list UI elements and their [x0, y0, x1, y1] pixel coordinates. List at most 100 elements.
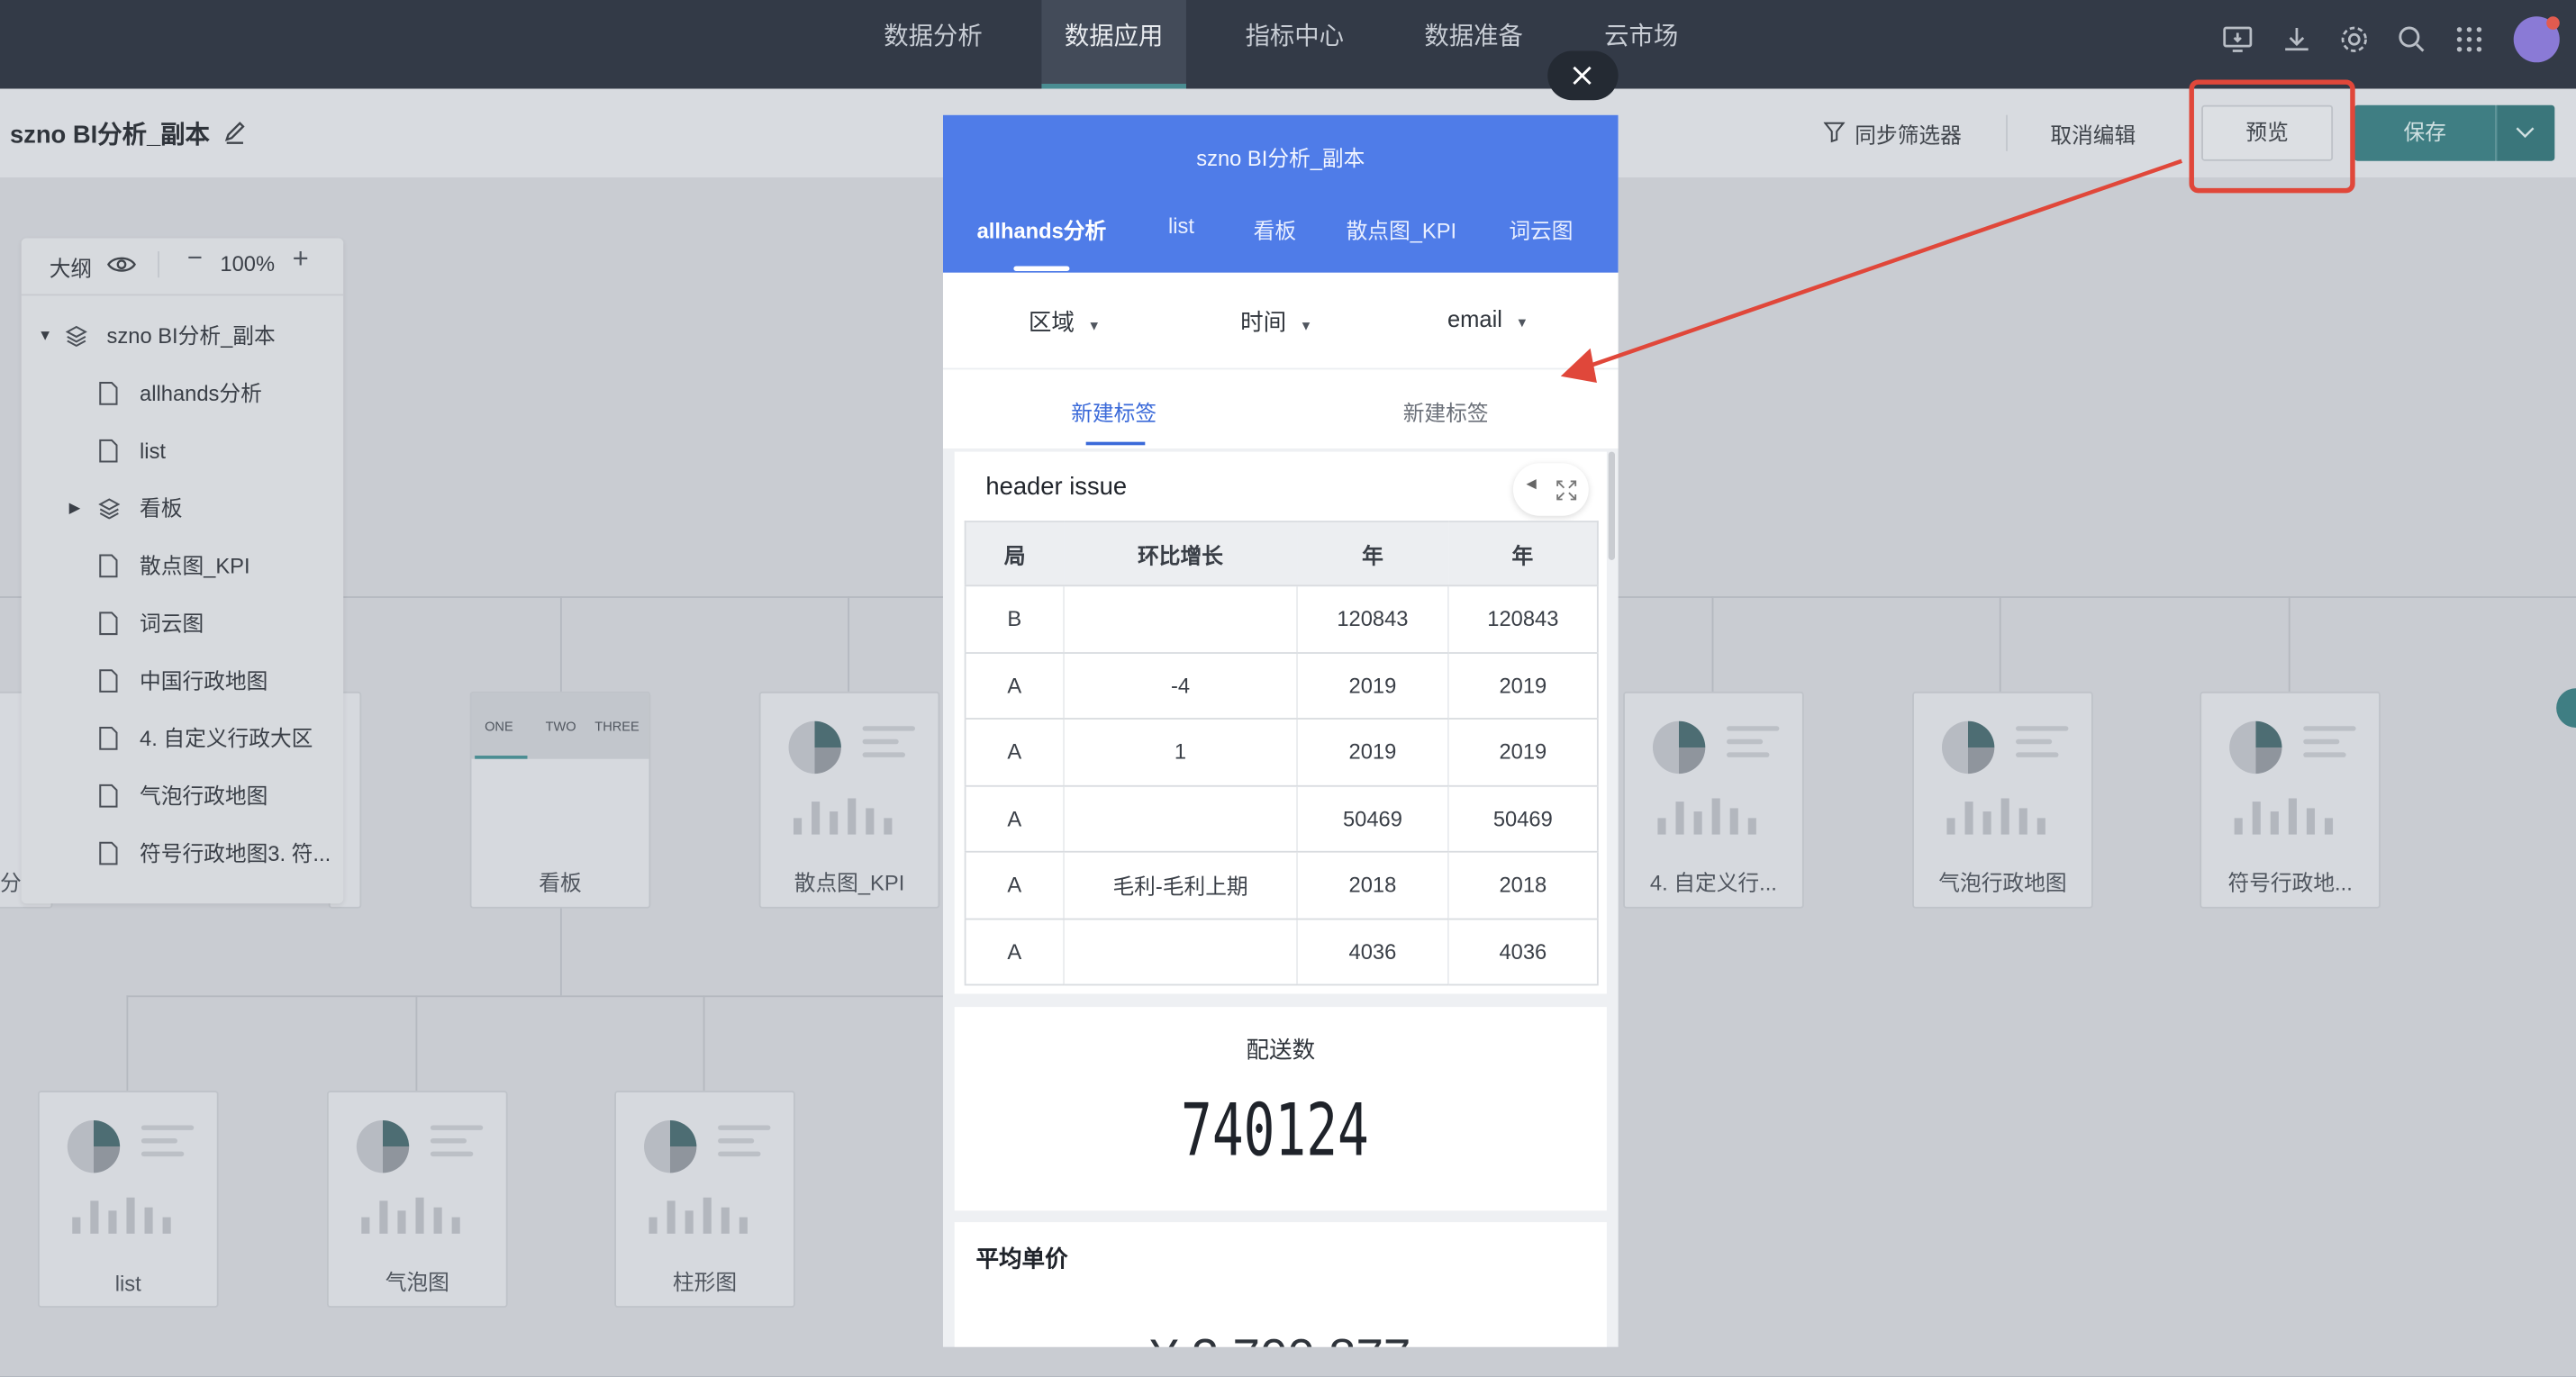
- chart-thumbnail-icon: [644, 1119, 697, 1173]
- fullscreen-icon[interactable]: [1556, 480, 1577, 502]
- preview-tab-kanban[interactable]: 看板: [1238, 213, 1311, 245]
- filter-bar: 区域 ▼ 时间 ▼ email ▼: [942, 272, 1619, 370]
- scrollbar[interactable]: [1608, 451, 1615, 560]
- card-label: 散点图_KPI: [794, 870, 905, 896]
- caret-right-icon[interactable]: ▶: [69, 480, 81, 538]
- caret-down-icon[interactable]: ▼: [38, 307, 52, 365]
- outline-item[interactable]: 符号行政地图3. 符...: [22, 825, 344, 883]
- apps-grid-icon[interactable]: [2453, 23, 2485, 56]
- gear-icon[interactable]: [2338, 23, 2371, 56]
- file-icon: [99, 381, 118, 405]
- chart-thumbnail-icon: [1941, 720, 1995, 775]
- file-icon: [99, 841, 118, 865]
- sub-tab[interactable]: 新建标签: [1403, 396, 1489, 428]
- sync-filter-label: 同步筛选器: [1855, 122, 1962, 149]
- table-cell: B: [965, 585, 1065, 654]
- filter-icon: [1823, 122, 1846, 143]
- search-icon[interactable]: [2395, 23, 2427, 56]
- chart-thumbnail-icon: [67, 1119, 121, 1173]
- outline-item[interactable]: 散点图_KPI: [22, 537, 344, 594]
- canvas-card-scatter-kpi[interactable]: 散点图_KPI: [758, 691, 940, 909]
- outline-item-label: 词云图: [140, 611, 204, 636]
- table-cell: A: [965, 851, 1065, 920]
- avatar[interactable]: [2513, 16, 2560, 63]
- file-icon: [99, 784, 118, 808]
- file-icon: [99, 669, 118, 693]
- layers-icon: [98, 498, 121, 520]
- add-node-button[interactable]: [2556, 688, 2576, 729]
- chart-thumbnail-icon: [788, 720, 841, 775]
- outline-item-group[interactable]: ▶ 看板: [22, 480, 344, 538]
- chart-thumbnail-icon: [1652, 720, 1706, 775]
- close-preview-button[interactable]: [1547, 50, 1619, 101]
- table-cell: 50469: [1447, 784, 1598, 853]
- file-icon: [99, 611, 118, 636]
- table-cell: 2019: [1447, 719, 1598, 786]
- canvas-card-bubble-map[interactable]: 气泡行政地图: [1912, 691, 2093, 909]
- card-label: 4. 自定义行...: [1649, 870, 1777, 896]
- connector-line: [126, 995, 943, 998]
- filter-email[interactable]: email ▼: [1447, 305, 1528, 331]
- preview-tab-allhands[interactable]: allhands分析: [967, 213, 1115, 245]
- kpi-widget-delivery: 配送数 740124: [954, 1007, 1607, 1211]
- outline-root[interactable]: ▼ szno BI分析_副本: [22, 307, 344, 365]
- nav-tab-data-analysis[interactable]: 数据分析: [861, 0, 1006, 88]
- nav-tab-data-preparation[interactable]: 数据准备: [1401, 0, 1547, 88]
- outline-item[interactable]: 气泡行政地图: [22, 767, 344, 825]
- chart-thumbnail-icon: [2229, 720, 2282, 775]
- outline-item[interactable]: allhands分析: [22, 365, 344, 422]
- outline-panel: 大纲 − 100% + ▼ szno BI分析_副本 allhands分析 li…: [21, 238, 344, 904]
- sub-tab-active[interactable]: 新建标签: [1071, 396, 1156, 428]
- nav-tab-data-application[interactable]: 数据应用: [1041, 0, 1186, 89]
- canvas-card-bar-chart[interactable]: 柱形图: [614, 1091, 795, 1308]
- edit-pencil-icon[interactable]: [222, 118, 248, 144]
- filter-region[interactable]: 区域 ▼: [1029, 305, 1101, 338]
- canvas-card-kanban[interactable]: ONE TWO THREE 看板: [469, 691, 651, 909]
- canvas-card-symbol-map[interactable]: 符号行政地...: [2200, 691, 2381, 909]
- preview-tab-scatter-kpi[interactable]: 散点图_KPI: [1338, 213, 1465, 245]
- card-label: 看板: [539, 870, 582, 896]
- preview-tab-list[interactable]: list: [1148, 213, 1214, 238]
- save-dropdown-button[interactable]: [2495, 104, 2555, 161]
- connector-line: [1999, 596, 2001, 692]
- outline-item-label: list: [140, 439, 167, 464]
- outline-item[interactable]: 4. 自定义行政大区: [22, 710, 344, 767]
- outline-item[interactable]: list: [22, 422, 344, 480]
- preview-button[interactable]: 预览: [2201, 104, 2334, 161]
- outline-item-label: 散点图_KPI: [140, 553, 250, 579]
- cancel-edit-button[interactable]: 取消编辑: [2050, 118, 2136, 149]
- caret-left-icon[interactable]: ◀: [1526, 476, 1536, 491]
- card-label: 气泡行政地图: [1938, 870, 2067, 896]
- data-table: 局 环比增长 年 年 B 120843 120843 A -4 2019 2019 A12…: [964, 521, 1599, 986]
- monitor-download-icon[interactable]: [2221, 23, 2254, 56]
- table-widget: header issue ◀ 局 环比增长 年 年 B 120843 120843: [954, 451, 1607, 994]
- chevron-down-icon: [2516, 127, 2535, 139]
- table-cell: -4: [1063, 652, 1298, 720]
- nav-tab-metrics-center[interactable]: 指标中心: [1222, 0, 1367, 88]
- canvas-card-bubble-chart[interactable]: 气泡图: [326, 1091, 508, 1308]
- kpi-label: 配送数: [1246, 1036, 1316, 1064]
- table-cell: [1063, 585, 1298, 654]
- outline-item-label: 看板: [140, 495, 183, 521]
- table-cell: A: [965, 652, 1065, 720]
- preview-tab-wordcloud[interactable]: 词云图: [1495, 213, 1587, 245]
- table-cell: 120843: [1447, 585, 1598, 654]
- canvas-card-list[interactable]: list: [37, 1091, 219, 1308]
- zoom-out-button[interactable]: −: [187, 245, 203, 275]
- outline-item[interactable]: 中国行政地图: [22, 652, 344, 710]
- table-row: A 4036 4036: [965, 918, 1598, 986]
- connector-line: [848, 596, 850, 692]
- table-cell: A: [965, 918, 1065, 986]
- page-title: szno BI分析_副本: [9, 121, 210, 149]
- save-button[interactable]: 保存: [2354, 104, 2496, 161]
- card-label: 气泡图: [385, 1269, 449, 1295]
- eye-icon[interactable]: [107, 253, 137, 276]
- tab-label: TWO: [545, 719, 576, 735]
- download-icon[interactable]: [2281, 23, 2313, 56]
- outline-item[interactable]: 词云图: [22, 594, 344, 652]
- widget-toolbar: ◀: [1512, 463, 1589, 516]
- outline-title: 大纲: [49, 256, 93, 281]
- canvas-card-custom-region[interactable]: 4. 自定义行...: [1623, 691, 1804, 909]
- filter-time[interactable]: 时间 ▼: [1240, 305, 1312, 338]
- zoom-in-button[interactable]: +: [293, 243, 309, 276]
